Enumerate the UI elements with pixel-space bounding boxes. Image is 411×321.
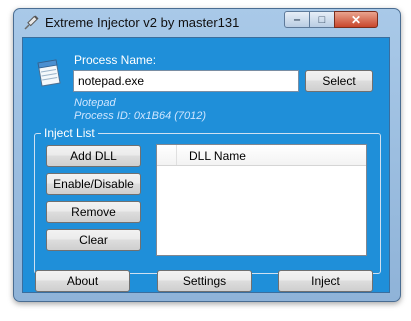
about-button[interactable]: About xyxy=(35,270,130,292)
maximize-button[interactable]: □ xyxy=(309,11,335,28)
process-name-input[interactable] xyxy=(73,70,299,92)
inject-button[interactable]: Inject xyxy=(278,270,373,292)
notepad-icon xyxy=(37,59,61,87)
close-button[interactable]: ✕ xyxy=(334,11,378,28)
process-name-label: Process Name: xyxy=(74,53,157,67)
dll-list-header: DLL Name xyxy=(157,145,366,166)
dll-list[interactable]: DLL Name xyxy=(156,144,367,256)
client-area: Process Name: Select Notepad Process ID:… xyxy=(22,37,390,293)
process-name-info: Notepad xyxy=(74,97,116,109)
maximize-icon: □ xyxy=(318,13,326,26)
title-bar[interactable]: Extreme Injector v2 by master131 ‒ □ ✕ xyxy=(14,9,400,37)
enable-disable-button[interactable]: Enable/Disable xyxy=(46,173,141,195)
window-title: Extreme Injector v2 by master131 xyxy=(45,15,240,30)
settings-button[interactable]: Settings xyxy=(157,270,252,292)
clear-button[interactable]: Clear xyxy=(46,229,141,251)
column-header-checkbox[interactable] xyxy=(157,145,177,165)
main-window: Extreme Injector v2 by master131 ‒ □ ✕ P… xyxy=(13,8,401,302)
close-icon: ✕ xyxy=(350,12,362,27)
minimize-button[interactable]: ‒ xyxy=(284,11,310,28)
process-id-info: Process ID: 0x1B64 (7012) xyxy=(74,110,207,122)
syringe-icon xyxy=(24,15,39,30)
select-button[interactable]: Select xyxy=(305,70,373,92)
minimize-icon: ‒ xyxy=(293,13,301,26)
add-dll-button[interactable]: Add DLL xyxy=(46,145,141,167)
inject-list-legend: Inject List xyxy=(41,126,98,140)
column-header-dll-name[interactable]: DLL Name xyxy=(189,149,246,163)
remove-button[interactable]: Remove xyxy=(46,201,141,223)
